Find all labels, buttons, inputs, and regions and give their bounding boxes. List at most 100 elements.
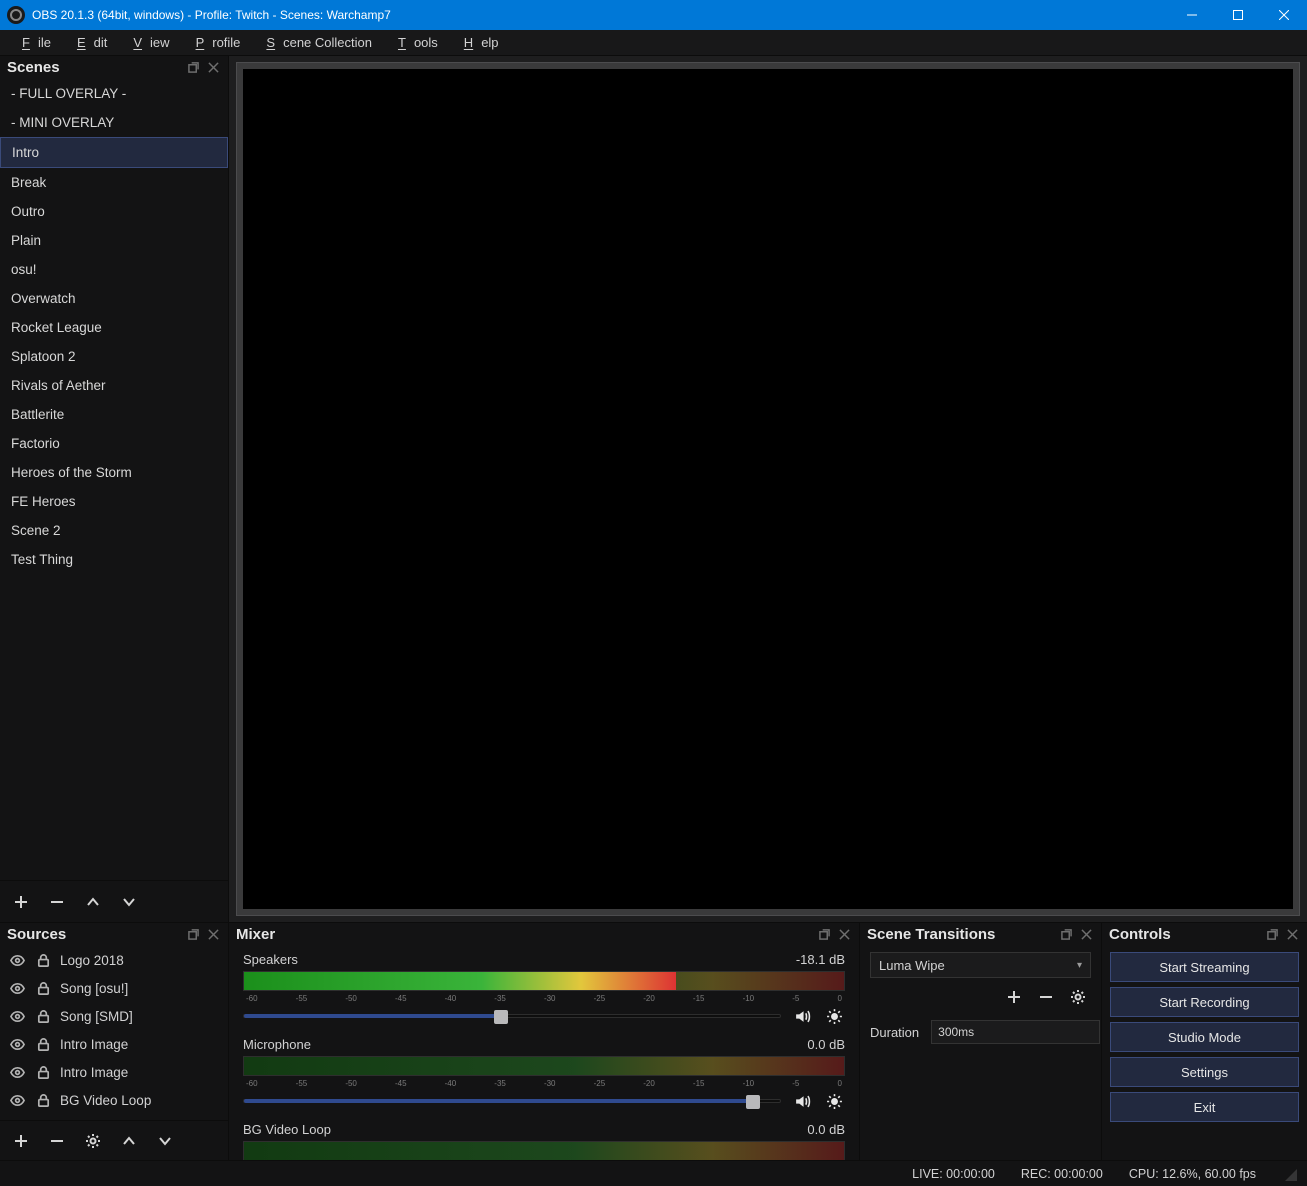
eye-icon[interactable] xyxy=(8,951,26,969)
eye-icon[interactable] xyxy=(8,979,26,997)
source-item[interactable]: Song [SMD] xyxy=(0,1002,228,1030)
transitions-title: Scene Transitions xyxy=(867,926,995,943)
scene-item[interactable]: - MINI OVERLAY xyxy=(0,108,228,137)
scene-item[interactable]: Outro xyxy=(0,197,228,226)
scene-item[interactable]: Rivals of Aether xyxy=(0,371,228,400)
eye-icon[interactable] xyxy=(8,1007,26,1025)
window-title: OBS 20.1.3 (64bit, windows) - Profile: T… xyxy=(32,8,1169,22)
channel-db: 0.0 dB xyxy=(807,1037,845,1052)
source-item[interactable]: Song [osu!] xyxy=(0,974,228,1002)
close-icon[interactable] xyxy=(1078,927,1094,943)
controls-title: Controls xyxy=(1109,926,1171,943)
eye-icon[interactable] xyxy=(8,1063,26,1081)
menu-help[interactable]: Help xyxy=(448,32,507,53)
lock-icon[interactable] xyxy=(34,1091,52,1109)
channel-name: Speakers xyxy=(243,952,298,967)
eye-icon[interactable] xyxy=(8,1091,26,1109)
close-icon[interactable] xyxy=(1284,927,1300,943)
lock-icon[interactable] xyxy=(34,951,52,969)
popout-icon[interactable] xyxy=(1058,927,1074,943)
source-toolbar xyxy=(0,1120,228,1160)
resize-grip[interactable] xyxy=(1282,1166,1297,1181)
audio-meter: -60-55-50-45-40-35-30-25-20-15-10-50 xyxy=(243,1141,845,1160)
scene-item[interactable]: Intro xyxy=(0,137,228,168)
source-item[interactable]: Intro Image xyxy=(0,1030,228,1058)
status-cpu: CPU: 12.6%, 60.00 fps xyxy=(1129,1167,1256,1181)
scene-item[interactable]: - FULL OVERLAY - xyxy=(0,79,228,108)
close-icon[interactable] xyxy=(205,60,221,76)
source-label: BG Video Loop xyxy=(60,1093,151,1108)
preview-canvas[interactable] xyxy=(243,69,1293,909)
add-scene-button[interactable] xyxy=(8,889,34,915)
start-streaming-button[interactable]: Start Streaming xyxy=(1110,952,1299,982)
move-source-down-button[interactable] xyxy=(152,1128,178,1154)
menu-scene-collection[interactable]: Scene Collection xyxy=(250,32,380,53)
scene-item[interactable]: FE Heroes xyxy=(0,487,228,516)
scene-item[interactable]: Battlerite xyxy=(0,400,228,429)
popout-icon[interactable] xyxy=(185,60,201,76)
minimize-button[interactable] xyxy=(1169,0,1215,30)
source-label: Intro Image xyxy=(60,1037,128,1052)
lock-icon[interactable] xyxy=(34,1007,52,1025)
eye-icon[interactable] xyxy=(8,1035,26,1053)
menu-profile[interactable]: Profile xyxy=(180,32,249,53)
close-icon[interactable] xyxy=(205,927,221,943)
close-button[interactable] xyxy=(1261,0,1307,30)
move-source-up-button[interactable] xyxy=(116,1128,142,1154)
volume-slider[interactable] xyxy=(243,1014,781,1018)
transition-select[interactable]: Luma Wipe ▾ xyxy=(870,952,1091,978)
add-transition-button[interactable] xyxy=(1001,984,1027,1010)
menu-file[interactable]: File xyxy=(6,32,59,53)
channel-settings-button[interactable] xyxy=(823,1005,845,1027)
scene-item[interactable]: Heroes of the Storm xyxy=(0,458,228,487)
channel-settings-button[interactable] xyxy=(823,1090,845,1112)
scene-item[interactable]: Splatoon 2 xyxy=(0,342,228,371)
close-icon[interactable] xyxy=(836,927,852,943)
remove-scene-button[interactable] xyxy=(44,889,70,915)
channel-name: Microphone xyxy=(243,1037,311,1052)
scene-item[interactable]: Test Thing xyxy=(0,545,228,574)
start-recording-button[interactable]: Start Recording xyxy=(1110,987,1299,1017)
move-down-button[interactable] xyxy=(116,889,142,915)
scene-item[interactable]: Factorio xyxy=(0,429,228,458)
move-up-button[interactable] xyxy=(80,889,106,915)
source-item[interactable]: Logo 2018 xyxy=(0,946,228,974)
source-item[interactable]: BG Video Loop xyxy=(0,1086,228,1114)
preview-area xyxy=(229,56,1307,922)
scene-item[interactable]: osu! xyxy=(0,255,228,284)
menu-edit[interactable]: Edit xyxy=(61,32,115,53)
menu-tools[interactable]: Tools xyxy=(382,32,446,53)
popout-icon[interactable] xyxy=(1264,927,1280,943)
scene-list[interactable]: - FULL OVERLAY -- MINI OVERLAYIntroBreak… xyxy=(0,79,228,880)
source-settings-button[interactable] xyxy=(80,1128,106,1154)
add-source-button[interactable] xyxy=(8,1128,34,1154)
source-item[interactable]: Intro Image xyxy=(0,1058,228,1086)
studio-mode-button[interactable]: Studio Mode xyxy=(1110,1022,1299,1052)
scene-item[interactable]: Scene 2 xyxy=(0,516,228,545)
scene-item[interactable]: Overwatch xyxy=(0,284,228,313)
menu-bar: FileEditViewProfileScene CollectionTools… xyxy=(0,30,1307,56)
volume-slider[interactable] xyxy=(243,1099,781,1103)
source-list[interactable]: Logo 2018 Song [osu!]Song [SMD] Intro Imag… xyxy=(0,946,228,1120)
remove-transition-button[interactable] xyxy=(1033,984,1059,1010)
menu-view[interactable]: View xyxy=(117,32,177,53)
mute-button[interactable] xyxy=(791,1090,813,1112)
maximize-button[interactable] xyxy=(1215,0,1261,30)
mute-button[interactable] xyxy=(791,1005,813,1027)
settings-button[interactable]: Settings xyxy=(1110,1057,1299,1087)
lock-icon[interactable] xyxy=(34,979,52,997)
status-live: LIVE: 00:00:00 xyxy=(912,1167,995,1181)
duration-input[interactable] xyxy=(931,1020,1100,1044)
remove-source-button[interactable] xyxy=(44,1128,70,1154)
scene-item[interactable]: Rocket League xyxy=(0,313,228,342)
lock-icon[interactable] xyxy=(34,1035,52,1053)
transition-settings-button[interactable] xyxy=(1065,984,1091,1010)
transition-selected: Luma Wipe xyxy=(879,958,945,973)
source-label: Logo 2018 xyxy=(60,953,124,968)
popout-icon[interactable] xyxy=(816,927,832,943)
scene-item[interactable]: Break xyxy=(0,168,228,197)
exit-button[interactable]: Exit xyxy=(1110,1092,1299,1122)
popout-icon[interactable] xyxy=(185,927,201,943)
scene-item[interactable]: Plain xyxy=(0,226,228,255)
lock-icon[interactable] xyxy=(34,1063,52,1081)
